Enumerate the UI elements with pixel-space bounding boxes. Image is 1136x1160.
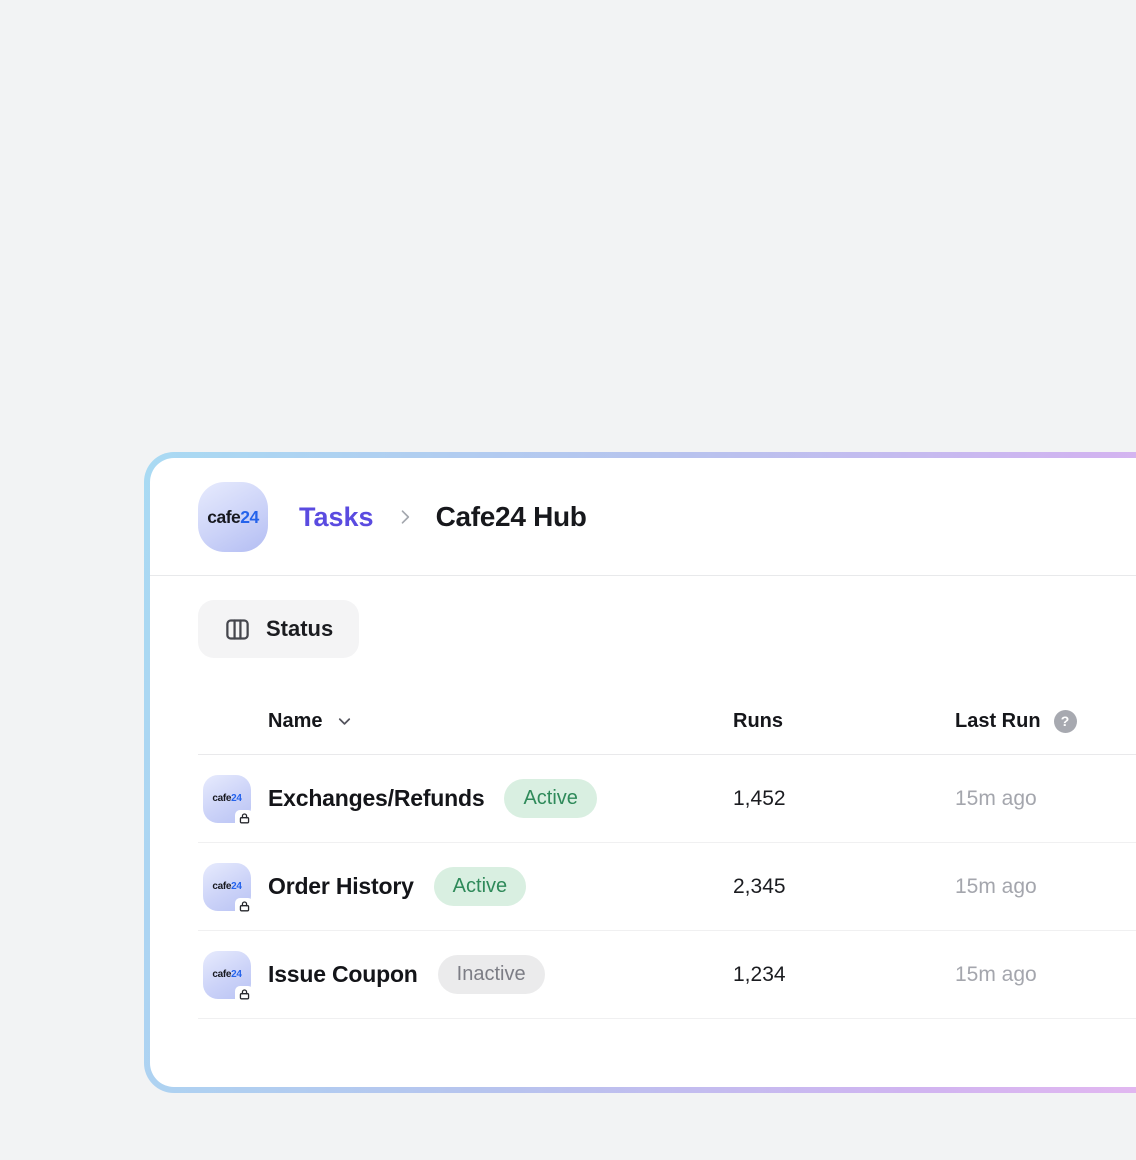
help-icon[interactable]: ? [1054,710,1077,733]
last-run-value: 15m ago [955,875,1136,899]
table-header-row: Name Runs Last Run ? [198,658,1136,755]
columns-icon [224,616,251,643]
lock-icon [235,810,253,828]
table-row[interactable]: cafe24 Order History Active 2,345 15m ag… [198,843,1136,931]
runs-value: 2,345 [733,875,955,899]
mini-logo-text-main: cafe [212,793,231,804]
mini-logo-text-accent: 24 [231,793,242,804]
logo-text-main: cafe [207,507,240,528]
status-badge: Active [434,867,526,906]
chevron-right-icon [395,507,415,527]
cafe24-logo: cafe24 [198,482,268,552]
page-background: cafe24 Tasks Cafe24 Hub Status [0,0,1136,1160]
column-header-runs: Runs [733,710,955,733]
breadcrumb: Tasks Cafe24 Hub [299,501,587,533]
column-name-label: Name [268,710,322,733]
cafe24-task-icon: cafe24 [203,775,251,823]
mini-logo-text-main: cafe [212,881,231,892]
task-name-cell: cafe24 Order History Active [198,863,733,911]
task-name: Issue Coupon [268,961,418,988]
card-body: Status Name Runs Last Run ? [150,576,1136,1019]
table-row[interactable]: cafe24 Exchanges/Refunds Active 1,452 15… [198,755,1136,843]
tasks-table: Name Runs Last Run ? cafe2 [198,658,1136,1019]
status-button[interactable]: Status [198,600,359,658]
task-name: Exchanges/Refunds [268,785,484,812]
task-name-cell: cafe24 Exchanges/Refunds Active [198,775,733,823]
table-row[interactable]: cafe24 Issue Coupon Inactive 1,234 15m a… [198,931,1136,1019]
lock-icon [235,898,253,916]
card-header: cafe24 Tasks Cafe24 Hub [150,458,1136,576]
column-header-last-run: Last Run ? [955,710,1136,733]
chevron-down-icon [335,712,354,731]
status-badge: Active [504,779,596,818]
mini-logo-text-main: cafe [212,969,231,980]
task-name-cell: cafe24 Issue Coupon Inactive [198,951,733,999]
runs-value: 1,234 [733,963,955,987]
runs-value: 1,452 [733,787,955,811]
mini-logo-text-accent: 24 [231,881,242,892]
cafe24-task-icon: cafe24 [203,863,251,911]
last-run-value: 15m ago [955,963,1136,987]
cafe24-task-icon: cafe24 [203,951,251,999]
column-header-name[interactable]: Name [198,710,733,733]
cafe24-hub-card: cafe24 Tasks Cafe24 Hub Status [144,452,1136,1093]
page-title: Cafe24 Hub [436,501,587,533]
status-button-label: Status [266,616,333,642]
last-run-value: 15m ago [955,787,1136,811]
mini-logo-text-accent: 24 [231,969,242,980]
lock-icon [235,986,253,1004]
breadcrumb-tasks-link[interactable]: Tasks [299,502,374,533]
task-name: Order History [268,873,414,900]
status-badge: Inactive [438,955,545,994]
column-last-run-label: Last Run [955,710,1041,733]
logo-text-accent: 24 [240,507,258,528]
